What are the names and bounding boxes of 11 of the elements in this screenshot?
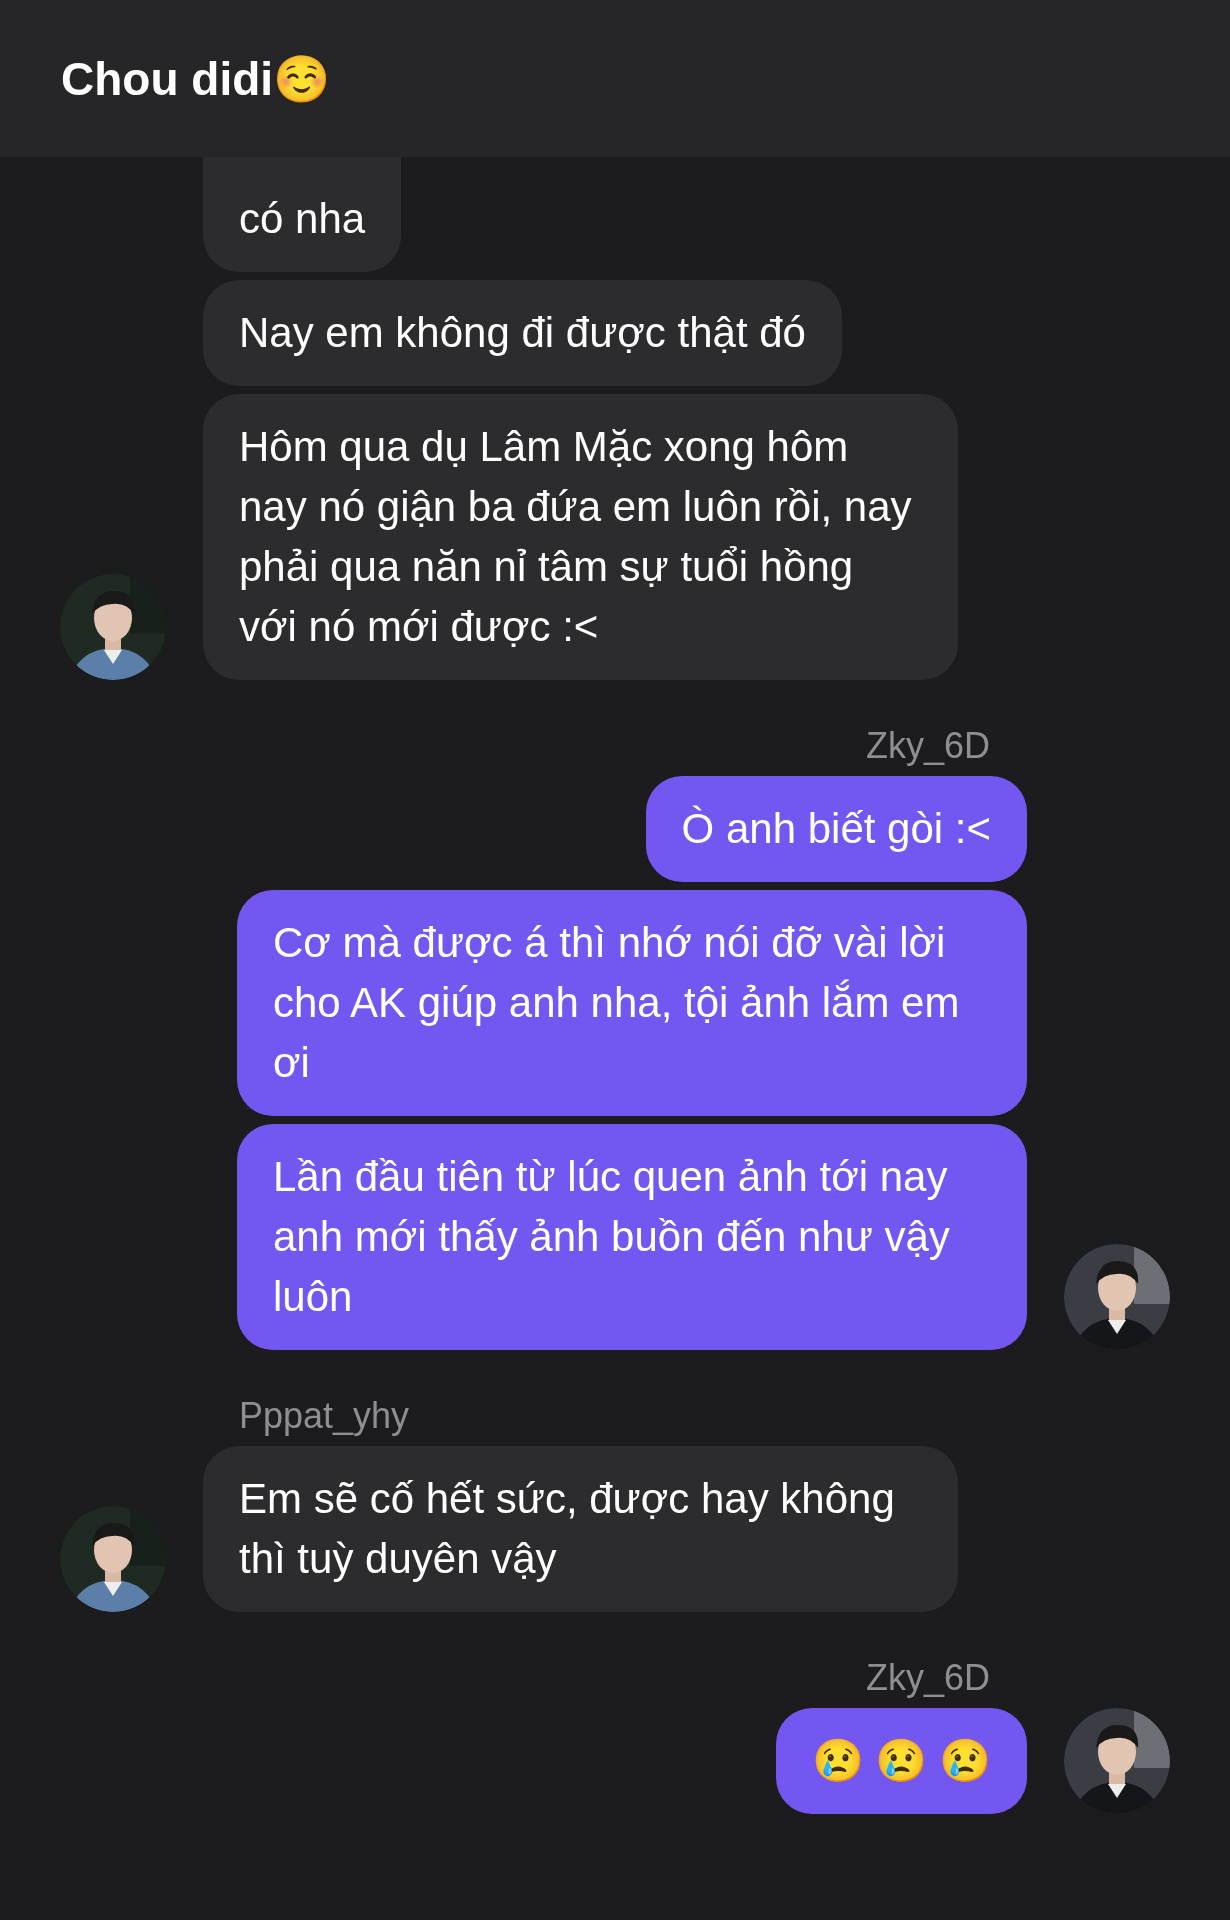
sender-name: Pppat_yhy: [239, 1394, 410, 1438]
sender-name: Zky_6D: [865, 1656, 990, 1700]
message-bubble: Hôm qua dụ Lâm Mặc xong hôm nay nó giận ba đứa em luôn rồi, nay phải qua năn nỉ tâm sự tuổi hồng với nó mới được :<: [203, 394, 958, 680]
message-bubble: Lần đầu tiên từ lúc quen ảnh tới nay anh mới thấy ảnh buồn đến như vậy luôn: [237, 1124, 1027, 1350]
message-bubble: 😢 😢 😢: [775, 1708, 1027, 1814]
chat-title: Chou didi☺: [61, 55, 331, 102]
message-bubble: Cơ mà được á thì nhớ nói đỡ vài lời cho AK giúp anh nha, tội ảnh lắm em ơi: [237, 890, 1027, 1116]
sender-name: Zky_6D: [865, 724, 990, 768]
message-bubble: Em sẽ cố hết sức, được hay không thì tuỳ duyên vậy: [203, 1446, 958, 1612]
message-bubble: Nay em không đi được thật đó: [203, 280, 842, 386]
message-bubble: Ò anh biết gòi :<: [645, 776, 1027, 882]
